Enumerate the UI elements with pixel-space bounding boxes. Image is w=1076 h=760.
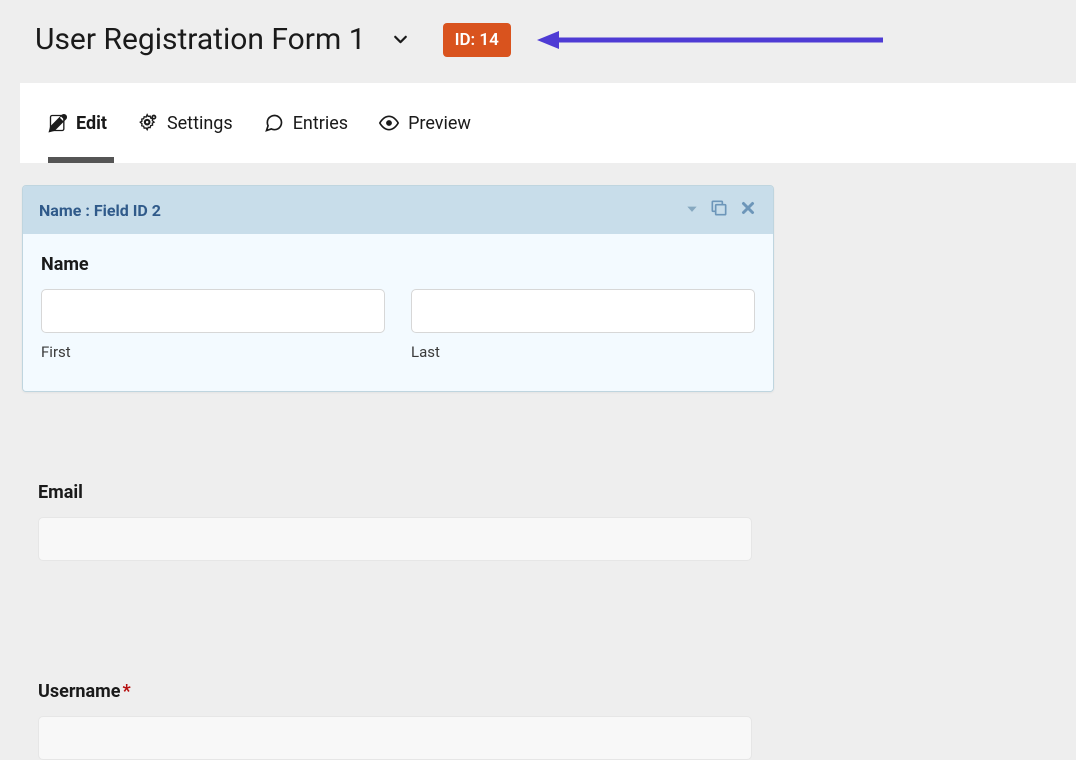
last-name-input[interactable] [411, 289, 755, 333]
duplicate-icon[interactable] [709, 198, 729, 222]
field-card-header: Name : Field ID 2 [23, 186, 773, 234]
name-input-row: First Last [41, 289, 755, 361]
edit-tab-label: Edit [76, 113, 107, 134]
toolbar: Edit Settings Entries Preview [20, 83, 1076, 163]
preview-tab[interactable]: Preview [378, 83, 471, 163]
form-id-badge: ID: 14 [443, 23, 511, 57]
username-input[interactable] [38, 716, 752, 760]
name-label: Name [41, 254, 755, 275]
edit-tab[interactable]: Edit [48, 83, 107, 163]
preview-tab-label: Preview [408, 113, 471, 134]
field-card-body: Name First Last [23, 234, 773, 391]
entries-tab[interactable]: Entries [263, 83, 348, 163]
field-card-title: Name : Field ID 2 [39, 201, 161, 220]
first-sublabel: First [41, 343, 385, 361]
username-label: Username* [38, 681, 752, 702]
comment-icon [263, 113, 285, 133]
pencil-icon [48, 113, 68, 133]
eye-icon [378, 113, 400, 133]
annotation-arrow-icon [537, 28, 883, 52]
email-field: Email [38, 482, 752, 561]
field-card-actions [685, 198, 757, 222]
last-sublabel: Last [411, 343, 755, 361]
gears-icon [137, 113, 159, 133]
chevron-down-icon[interactable] [384, 29, 411, 50]
username-field: Username* [38, 681, 752, 760]
entries-tab-label: Entries [293, 113, 348, 134]
page-header: User Registration Form 1 ID: 14 [0, 0, 1076, 83]
close-icon[interactable] [739, 199, 757, 221]
form-title: User Registration Form 1 [35, 22, 366, 57]
first-name-input[interactable] [41, 289, 385, 333]
email-label: Email [38, 482, 752, 503]
email-input[interactable] [38, 517, 752, 561]
settings-tab-label: Settings [167, 113, 233, 134]
name-field-card[interactable]: Name : Field ID 2 Name First Last [22, 185, 774, 392]
caret-down-icon[interactable] [685, 201, 699, 220]
settings-tab[interactable]: Settings [137, 83, 233, 163]
required-star: * [122, 681, 130, 702]
